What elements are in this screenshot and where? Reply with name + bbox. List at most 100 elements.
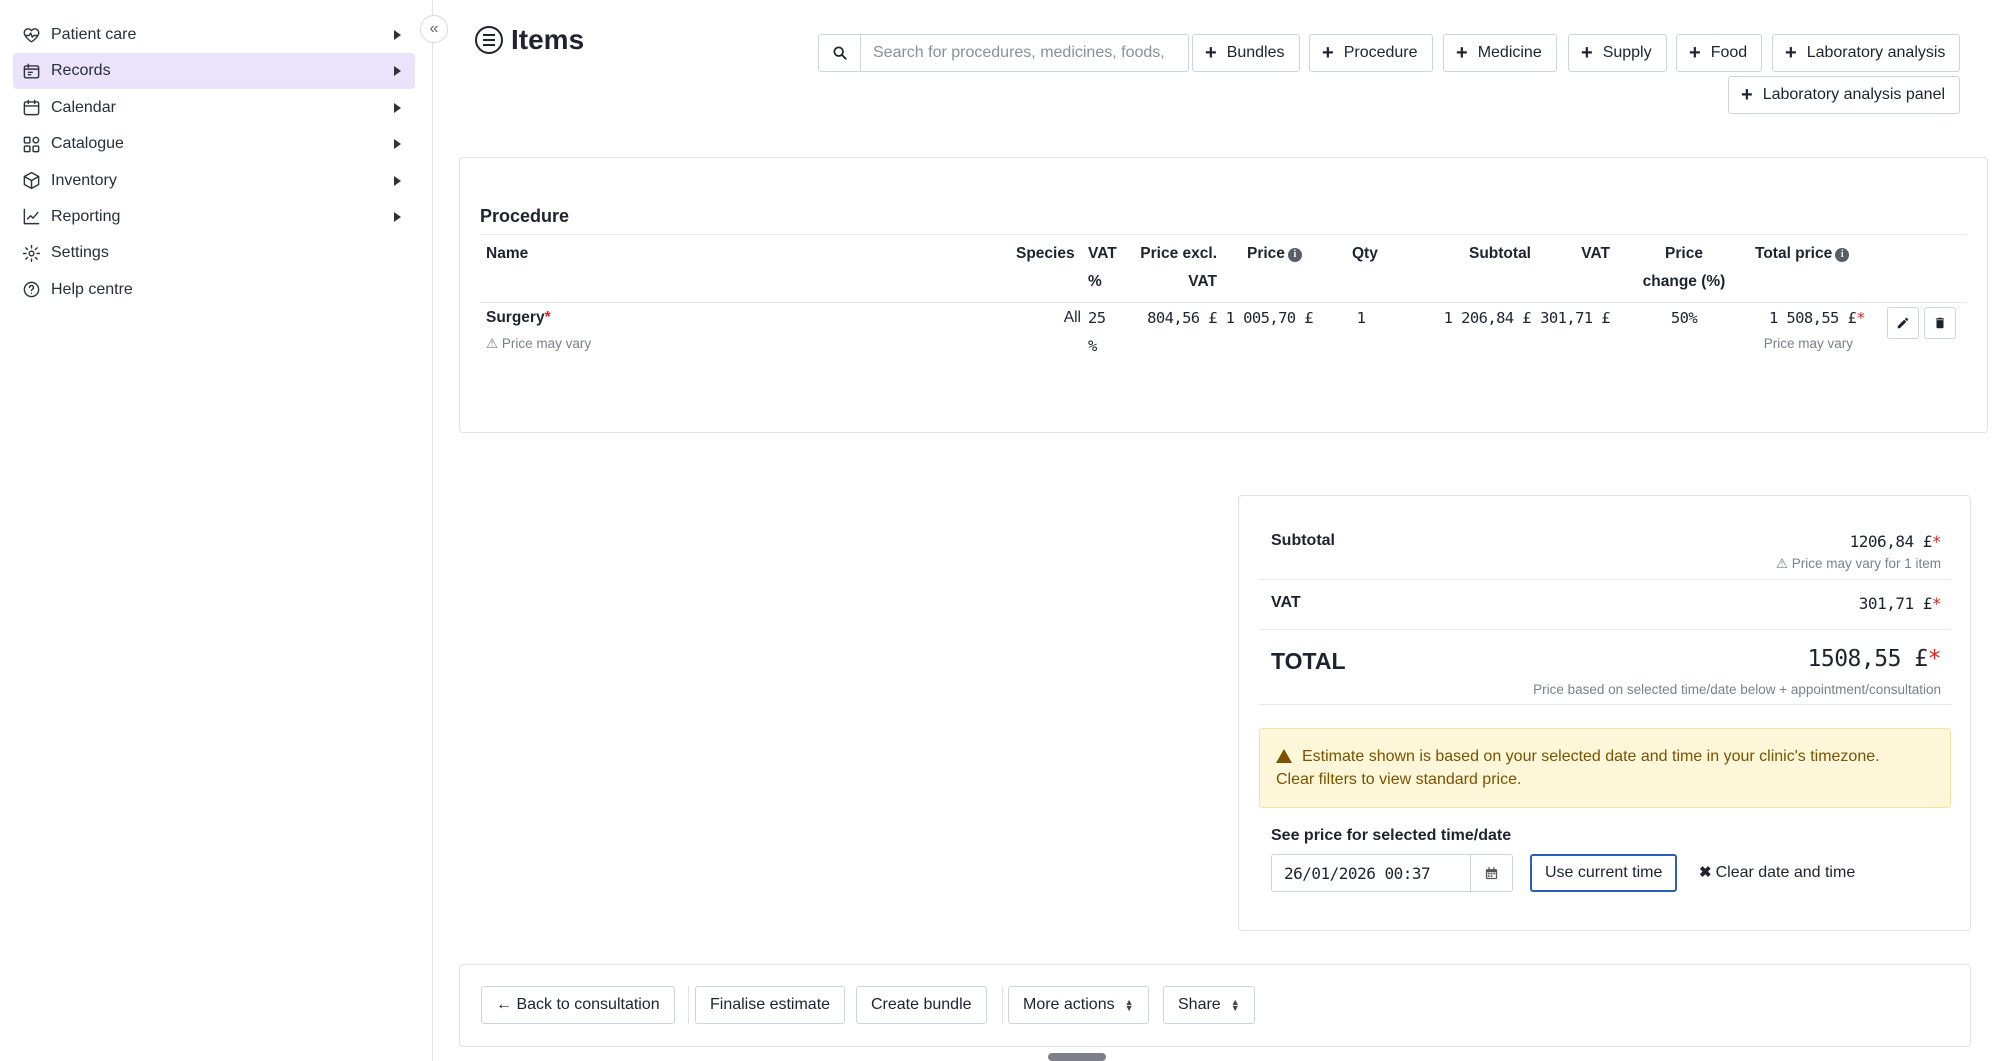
- heart-pulse-icon: [21, 25, 41, 45]
- info-icon[interactable]: i: [1835, 248, 1850, 262]
- col-header-total-price: Total price i: [1755, 240, 1850, 268]
- total-value: 1508,55 £*: [1807, 646, 1942, 672]
- divider: [1259, 579, 1951, 580]
- footer-actions: ← Back to consultation Finalise estimate…: [459, 964, 1971, 1047]
- add-laboratory-analysis-button[interactable]: + Laboratory analysis: [1772, 34, 1961, 72]
- plus-icon: +: [1581, 42, 1593, 64]
- edit-button[interactable]: [1887, 307, 1919, 339]
- caret-right-icon: [394, 30, 401, 40]
- chevron-up-down-icon: ▲ ▼: [1124, 997, 1134, 1013]
- add-procedure-button[interactable]: + Procedure: [1309, 34, 1433, 72]
- records-icon: [21, 61, 41, 81]
- caret-right-icon: [394, 66, 401, 77]
- box-icon: [21, 171, 41, 191]
- vat-value: 301,71 £*: [1858, 594, 1942, 613]
- add-laboratory-analysis-panel-button[interactable]: + Laboratory analysis panel: [1728, 76, 1961, 114]
- datetime-picker: [1271, 854, 1513, 892]
- double-chevron-left-icon[interactable]: «: [420, 15, 448, 43]
- subtotal-label: Subtotal: [1271, 532, 1335, 549]
- sidebar-item-label: Records: [51, 62, 111, 80]
- col-header-price-change-2: change (%): [1642, 273, 1726, 290]
- price-excl-vat-cell: 804,56 £: [1147, 309, 1217, 327]
- required-star: *: [1856, 309, 1865, 327]
- finalise-estimate-button[interactable]: Finalise estimate: [695, 986, 846, 1024]
- sidebar-item-label: Calendar: [51, 98, 116, 116]
- chevron-up-down-icon: ▲ ▼: [1230, 997, 1240, 1013]
- caret-right-icon: [394, 211, 401, 222]
- qty-cell: 1: [1356, 309, 1366, 327]
- procedure-card: Procedure Name Species VAT % Price excl.…: [459, 157, 1988, 433]
- sidebar-item-inventory[interactable]: Inventory: [13, 163, 415, 199]
- sidebar-item-settings[interactable]: Settings: [13, 235, 415, 271]
- sidebar-item-label: Settings: [51, 244, 109, 262]
- price-may-vary-note: ⚠ Price may vary: [486, 336, 592, 351]
- sidebar-item-label: Patient care: [51, 26, 137, 43]
- share-button[interactable]: Share ▲ ▼: [1163, 986, 1255, 1024]
- plus-icon: +: [1205, 42, 1217, 64]
- gear-icon: [21, 243, 41, 263]
- col-header-name: Name: [486, 245, 529, 262]
- sidebar-item-help-centre[interactable]: Help centre: [13, 272, 415, 308]
- back-to-consultation-button[interactable]: ← Back to consultation: [481, 986, 675, 1024]
- sidebar-item-records[interactable]: Records: [13, 53, 415, 90]
- catalogue-icon: [21, 134, 41, 154]
- price-cell: 1 005,70 £: [1225, 309, 1314, 327]
- total-price-cell: 1 508,55 £*: [1768, 309, 1866, 327]
- col-header-vat-pct-unit: %: [1088, 273, 1102, 290]
- total-note: Price based on selected time/date below …: [1533, 682, 1941, 697]
- sidebar-item-reporting[interactable]: Reporting: [13, 199, 415, 235]
- add-bundles-button[interactable]: + Bundles: [1192, 34, 1300, 72]
- more-actions-button[interactable]: More actions ▲ ▼: [1008, 986, 1149, 1024]
- col-header-price-excl-vat-2: VAT: [1188, 273, 1217, 290]
- plus-icon: +: [1322, 42, 1334, 64]
- vat-pct-cell: 25: [1088, 309, 1106, 327]
- calendar-icon[interactable]: [1470, 855, 1512, 891]
- vat-cell: 301,71 £: [1540, 309, 1610, 327]
- clear-date-time-button[interactable]: ✖ Clear date and time: [1699, 863, 1855, 882]
- vat-pct-unit-cell: %: [1088, 337, 1097, 355]
- required-star: *: [1931, 594, 1942, 613]
- sidebar-nav: Patient care Records Calendar Catalogue: [13, 17, 415, 308]
- vat-label: VAT: [1271, 594, 1301, 611]
- chart-icon: [21, 207, 41, 227]
- plus-icon: +: [1785, 42, 1797, 64]
- search-icon[interactable]: [819, 35, 861, 71]
- datetime-input[interactable]: [1272, 855, 1470, 891]
- plus-icon: +: [1456, 42, 1468, 64]
- resize-handle[interactable]: [1048, 1053, 1106, 1061]
- sidebar: Patient care Records Calendar Catalogue: [0, 0, 433, 1061]
- alert-line-1: Estimate shown is based on your selected…: [1276, 745, 1934, 768]
- add-supply-button[interactable]: + Supply: [1568, 34, 1667, 72]
- price-change-cell: 50%: [1670, 309, 1698, 327]
- delete-button[interactable]: [1924, 307, 1956, 339]
- required-star: *: [1931, 532, 1942, 551]
- col-header-subtotal: Subtotal: [1469, 245, 1531, 262]
- subtotal-note: ⚠ Price may vary for 1 item: [1775, 556, 1941, 571]
- col-header-qty: Qty: [1352, 245, 1378, 262]
- search-input[interactable]: [861, 35, 1188, 71]
- page-title-text: Items: [511, 24, 585, 55]
- divider: [1259, 629, 1951, 630]
- add-medicine-button[interactable]: + Medicine: [1443, 34, 1557, 72]
- create-bundle-button[interactable]: Create bundle: [856, 986, 987, 1024]
- divider: [480, 302, 1967, 303]
- timezone-alert: Estimate shown is based on your selected…: [1259, 728, 1951, 808]
- datetime-label: See price for selected time/date: [1271, 827, 1512, 844]
- add-food-button[interactable]: + Food: [1676, 34, 1763, 72]
- sidebar-item-patient-care[interactable]: Patient care: [13, 17, 415, 53]
- divider: [1002, 986, 1003, 1024]
- col-header-vat: VAT: [1581, 245, 1610, 262]
- subtotal-value: 1206,84 £*: [1849, 532, 1942, 551]
- total-label: TOTAL: [1271, 648, 1346, 674]
- divider: [688, 986, 689, 1024]
- alert-line-2: Clear filters to view standard price.: [1276, 771, 1522, 788]
- use-current-time-button[interactable]: Use current time: [1530, 854, 1678, 892]
- info-icon[interactable]: i: [1287, 248, 1302, 262]
- required-star: *: [1927, 646, 1942, 672]
- sidebar-item-catalogue[interactable]: Catalogue: [13, 126, 415, 162]
- col-header-vat-pct: VAT: [1088, 245, 1117, 262]
- page-title: Items: [475, 24, 584, 56]
- sidebar-item-label: Reporting: [51, 207, 121, 225]
- pencil-icon: [1897, 317, 1909, 329]
- sidebar-item-calendar[interactable]: Calendar: [13, 90, 415, 126]
